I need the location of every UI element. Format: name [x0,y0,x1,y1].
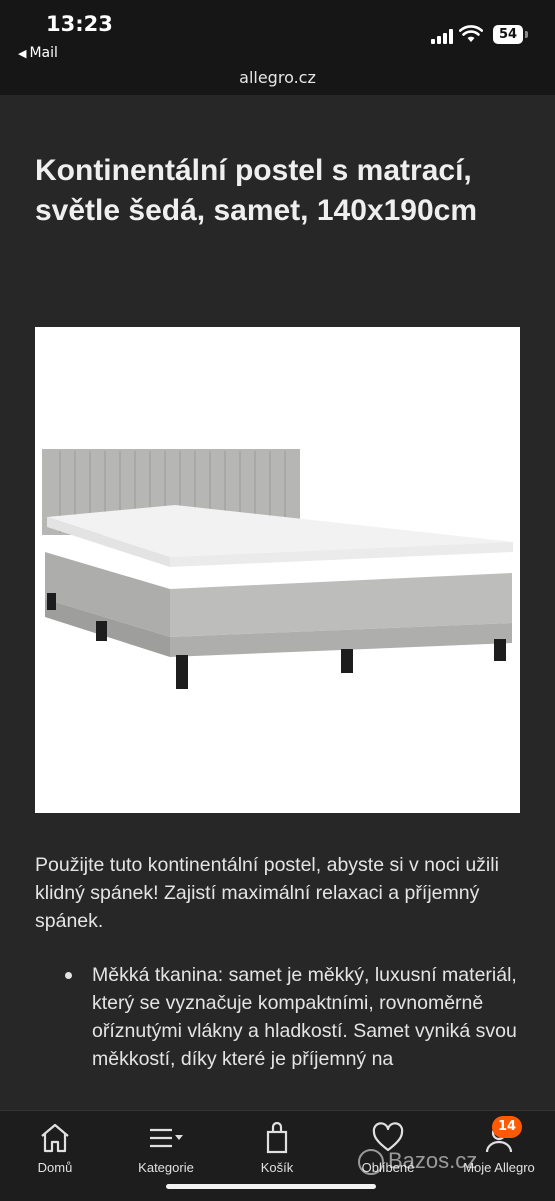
tab-home[interactable]: Domů [5,1111,105,1183]
watermark-logo-icon [358,1149,384,1176]
cellular-signal-icon [431,28,455,44]
product-description: Použijte tuto kontinentální postel, abys… [35,854,499,932]
feature-list: Měkká tkanina: samet je měkký, luxusní m… [35,961,525,1073]
product-title: Kontinentální postel s matrací, světle š… [35,154,477,227]
watermark: Bazos.cz [358,1148,478,1176]
status-bar: 13:23 ◀ Mail 54 [0,0,555,68]
status-time: 13:23 [46,12,113,36]
page-content: Kontinentální postel s matrací, světle š… [0,95,555,1110]
cart-icon [266,1121,288,1154]
back-arrow-icon: ◀ [18,47,27,60]
back-to-mail-button[interactable]: ◀ Mail [18,45,58,61]
tab-label: Domů [37,1160,73,1175]
url-text: allegro.cz [239,68,316,87]
browser-url-bar[interactable]: allegro.cz [0,68,555,95]
battery-indicator: 54 [493,25,523,44]
watermark-text: Bazos.cz [388,1148,478,1173]
tab-categories[interactable]: Kategorie [116,1111,216,1183]
tab-label: Kategorie [138,1160,194,1175]
wifi-icon [459,25,483,42]
home-icon [41,1123,69,1153]
notification-badge: 14 [492,1116,522,1138]
tab-label: Košík [260,1160,294,1175]
feature-list-item: Měkká tkanina: samet je měkký, luxusní m… [35,961,525,1073]
feature-text: Měkká tkanina: samet je měkký, luxusní m… [92,964,517,1070]
menu-icon [150,1128,183,1148]
back-app-label: Mail [29,45,58,61]
home-indicator[interactable] [166,1184,376,1189]
tab-cart[interactable]: Košík [227,1111,327,1183]
bullet-icon [65,972,72,979]
bed-illustration [42,449,513,689]
product-image[interactable] [35,327,520,813]
battery-tip [525,31,528,38]
